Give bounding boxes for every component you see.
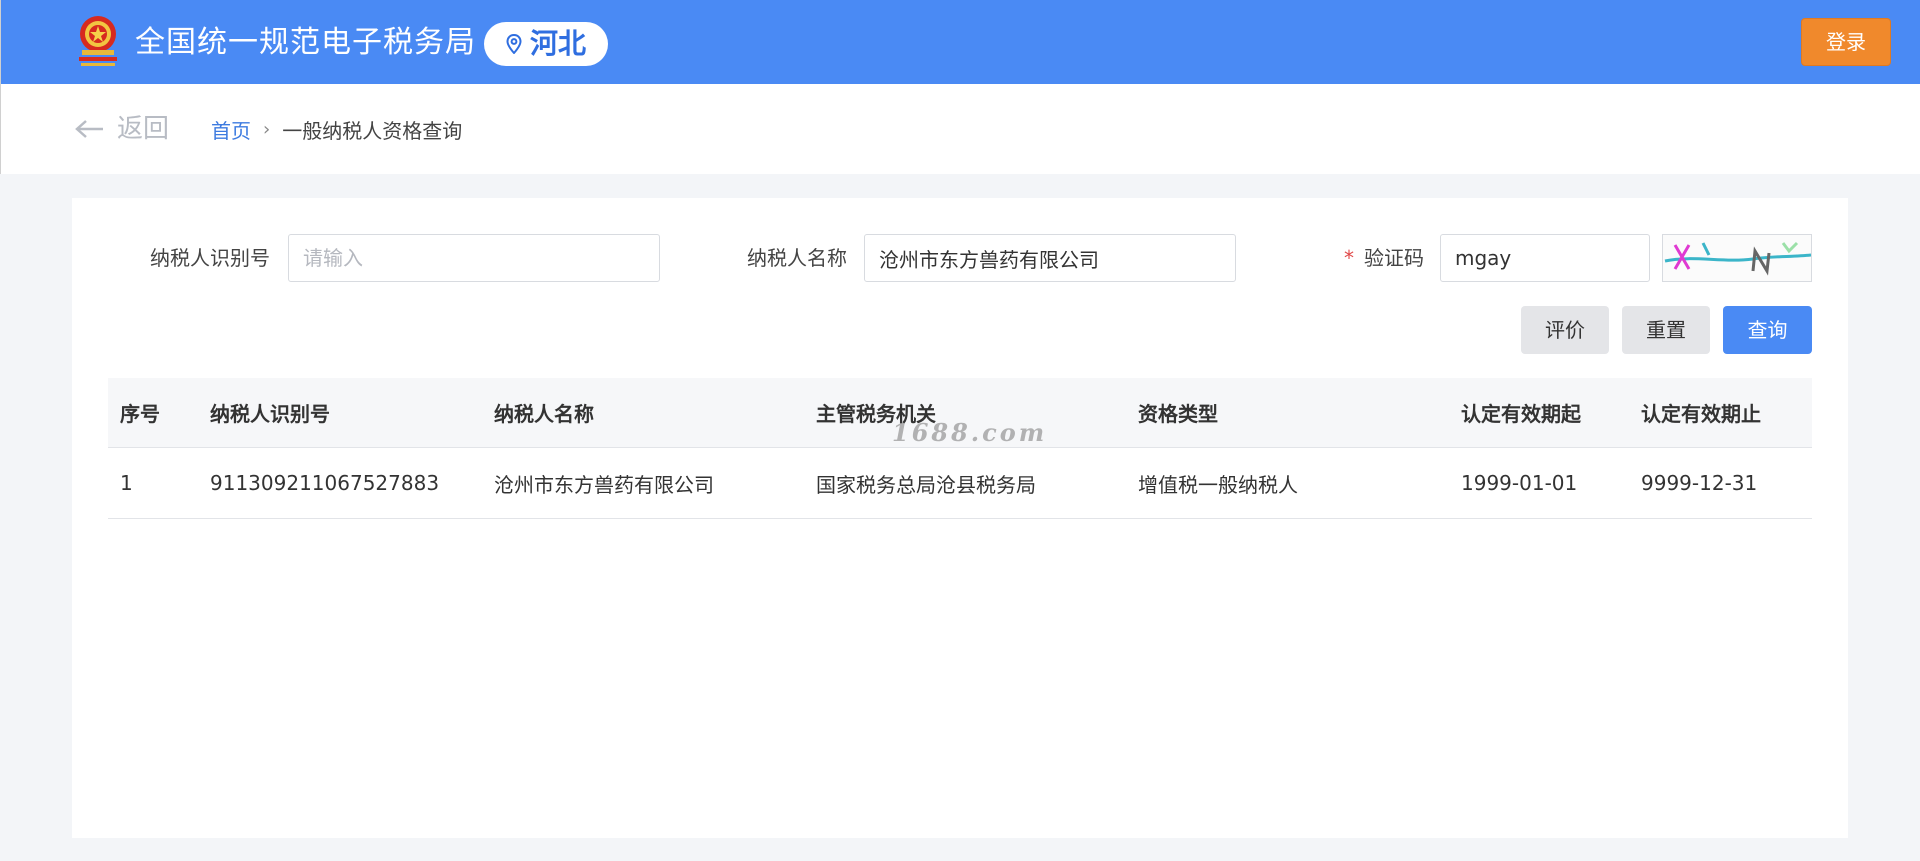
breadcrumb: 首页 › 一般纳税人资格查询 — [211, 114, 462, 144]
back-button[interactable]: 返回 — [75, 112, 169, 146]
captcha-label: 验证码 — [1364, 246, 1424, 270]
cell-tax-authority: 国家税务总局沧县税务局 — [816, 472, 1036, 497]
taxpayer-id-input[interactable] — [288, 234, 660, 282]
reset-button[interactable]: 重置 — [1622, 306, 1710, 354]
captcha-image[interactable] — [1662, 234, 1812, 282]
cell-index: 1 — [120, 471, 133, 495]
location-pin-icon — [506, 34, 522, 54]
sub-header: 返回 首页 › 一般纳税人资格查询 — [0, 84, 1920, 174]
login-button[interactable]: 登录 — [1801, 18, 1891, 66]
back-arrow-icon — [75, 120, 103, 138]
query-button[interactable]: 查询 — [1723, 306, 1812, 354]
breadcrumb-separator: › — [263, 118, 271, 140]
column-header-valid-to: 认定有效期止 — [1641, 402, 1761, 426]
breadcrumb-current-page: 一般纳税人资格查询 — [282, 118, 463, 143]
cell-valid-from: 1999-01-01 — [1461, 471, 1578, 495]
top-header: 全国统一规范电子税务局 河北 登录 — [0, 0, 1920, 84]
column-header-qualification-type: 资格类型 — [1138, 402, 1218, 426]
required-mark: * — [1344, 246, 1354, 270]
national-emblem-logo — [73, 12, 123, 72]
taxpayer-name-label: 纳税人名称 — [747, 246, 847, 270]
taxpayer-id-label: 纳税人识别号 — [150, 246, 270, 270]
site-title: 全国统一规范电子税务局 — [135, 25, 476, 60]
column-header-valid-from: 认定有效期起 — [1461, 402, 1581, 426]
column-header-index: 序号 — [120, 402, 160, 426]
region-selector[interactable]: 河北 — [484, 22, 608, 66]
captcha-input[interactable] — [1440, 234, 1650, 282]
column-header-taxpayer-name: 纳税人名称 — [494, 402, 594, 426]
cell-qualification-type: 增值税一般纳税人 — [1138, 472, 1298, 497]
region-label: 河北 — [529, 27, 586, 60]
query-panel: 纳税人识别号 纳税人名称 * 验证码 评价 重置 查询 序号 纳税人识别号 纳税人… — [72, 198, 1848, 838]
cell-taxpayer-id: 911309211067527883 — [210, 471, 440, 495]
table-row: 1 911309211067527883 沧州市东方兽药有限公司 国家税务总局沧… — [108, 448, 1812, 519]
breadcrumb-home-link[interactable]: 首页 — [211, 115, 251, 144]
captcha-label-group: * 验证码 — [1344, 243, 1424, 273]
watermark: 1688.com — [892, 418, 1048, 447]
cell-valid-to: 9999-12-31 — [1641, 471, 1758, 495]
back-label: 返回 — [117, 114, 170, 144]
result-table: 序号 纳税人识别号 纳税人名称 主管税务机关 资格类型 认定有效期起 认定有效期… — [108, 378, 1812, 519]
evaluate-button[interactable]: 评价 — [1521, 306, 1609, 354]
column-header-taxpayer-id: 纳税人识别号 — [210, 402, 330, 426]
taxpayer-name-input[interactable] — [864, 234, 1236, 282]
cell-taxpayer-name: 沧州市东方兽药有限公司 — [494, 472, 714, 497]
